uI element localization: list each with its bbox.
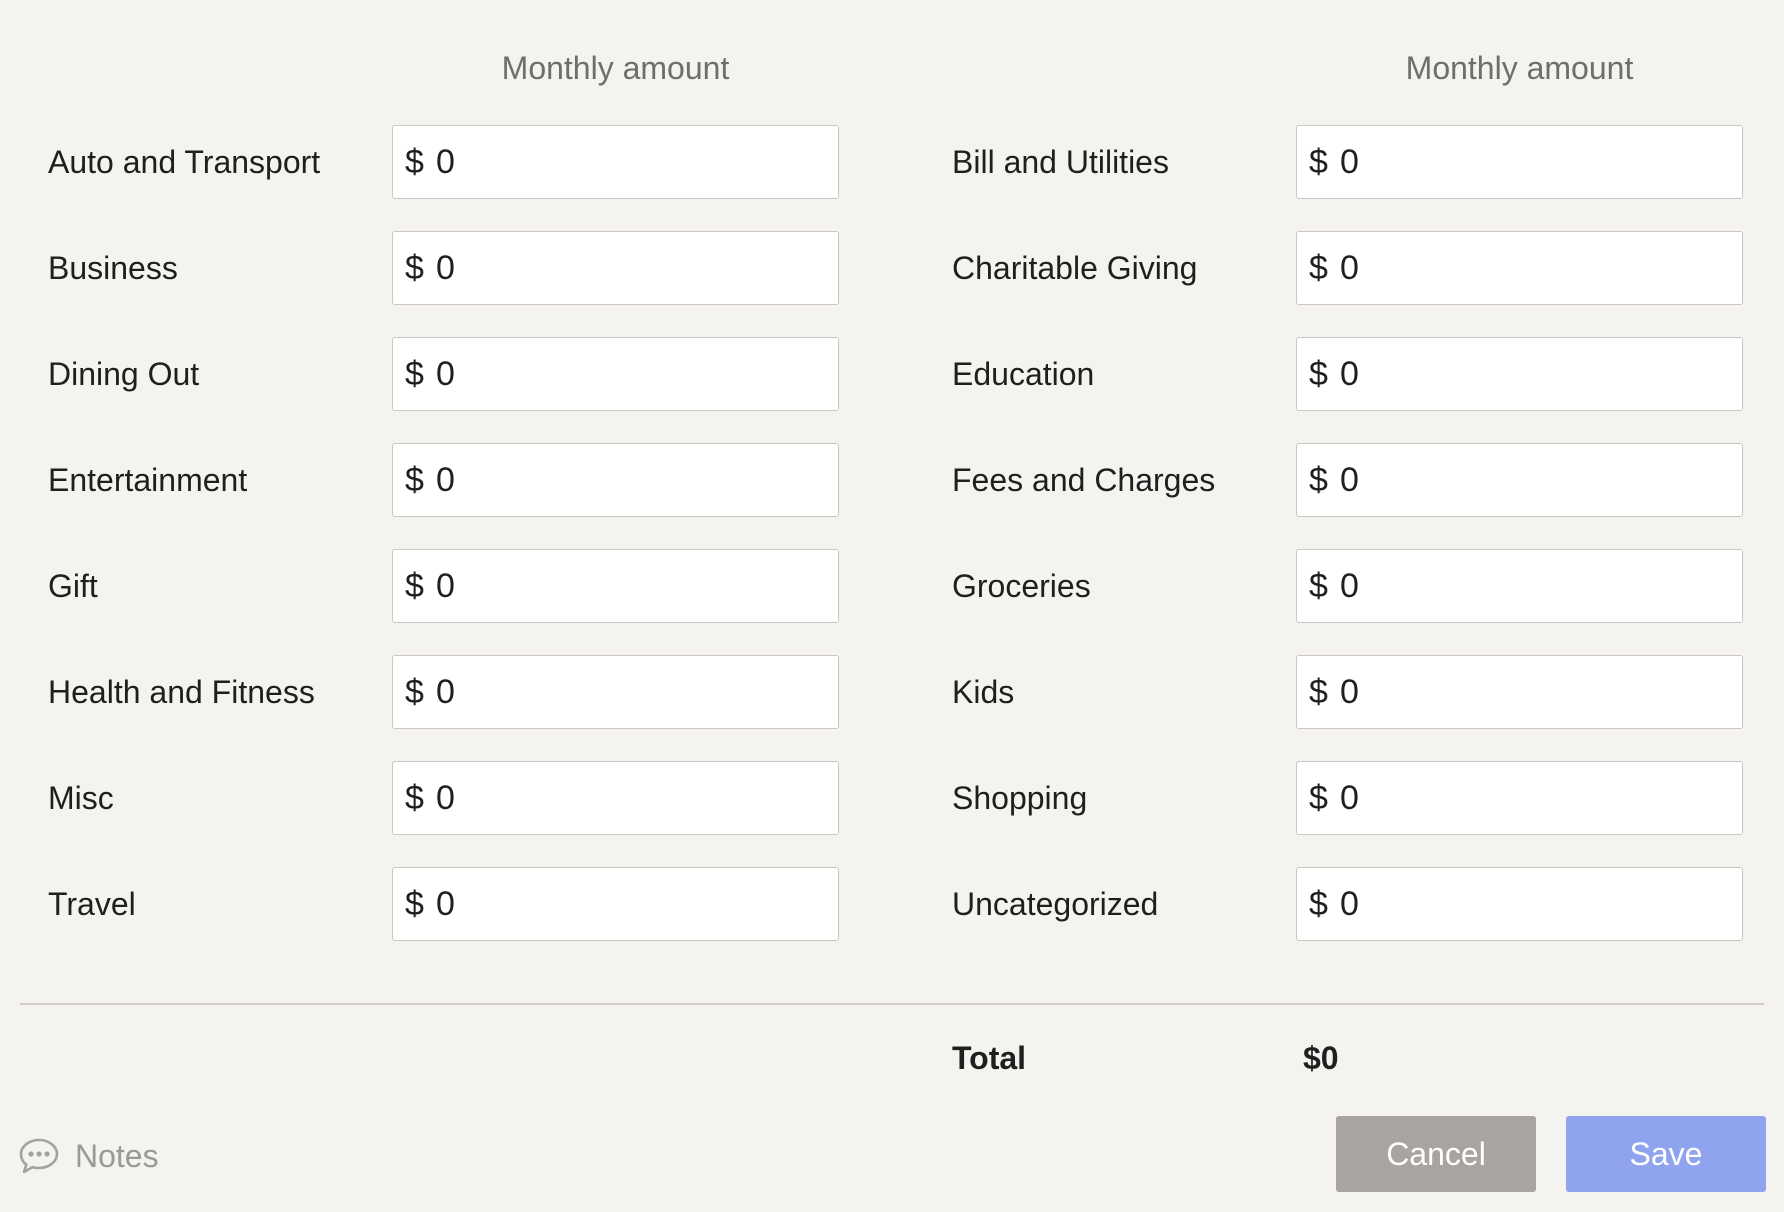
amount-input[interactable]	[436, 232, 826, 304]
category-row-kids: Kids $	[952, 655, 1744, 729]
category-row-charitable-giving: Charitable Giving $	[952, 231, 1744, 305]
category-label: Auto and Transport	[48, 144, 321, 180]
category-row-education: Education $	[952, 337, 1744, 411]
currency-symbol: $	[405, 461, 424, 499]
amount-field[interactable]: $	[392, 443, 839, 517]
amount-input[interactable]	[1340, 126, 1730, 198]
amount-input[interactable]	[1340, 762, 1730, 834]
category-label: Travel	[48, 886, 136, 922]
category-label: Groceries	[952, 568, 1091, 604]
category-label: Education	[952, 356, 1095, 392]
category-label: Kids	[952, 674, 1015, 710]
amount-input[interactable]	[1340, 868, 1730, 940]
category-row-uncategorized: Uncategorized $	[952, 867, 1744, 941]
category-label: Charitable Giving	[952, 250, 1198, 286]
currency-symbol: $	[1309, 779, 1328, 817]
category-label: Health and Fitness	[48, 674, 315, 710]
category-row-auto-and-transport: Auto and Transport $	[48, 125, 840, 199]
category-row-shopping: Shopping $	[952, 761, 1744, 835]
total-value: $0	[1303, 1040, 1339, 1076]
currency-symbol: $	[1309, 567, 1328, 605]
divider	[20, 1003, 1764, 1005]
amount-field[interactable]: $	[1296, 337, 1743, 411]
notes-link[interactable]: Notes	[18, 1134, 159, 1178]
amount-input[interactable]	[1340, 232, 1730, 304]
category-label: Gift	[48, 568, 98, 604]
currency-symbol: $	[1309, 673, 1328, 711]
amount-field[interactable]: $	[1296, 549, 1743, 623]
category-label: Entertainment	[48, 462, 248, 498]
category-label: Fees and Charges	[952, 462, 1216, 498]
amount-input[interactable]	[1340, 550, 1730, 622]
currency-symbol: $	[405, 249, 424, 287]
amount-field[interactable]: $	[1296, 443, 1743, 517]
currency-symbol: $	[405, 355, 424, 393]
currency-symbol: $	[1309, 143, 1328, 181]
amount-input[interactable]	[1340, 656, 1730, 728]
category-row-dining-out: Dining Out $	[48, 337, 840, 411]
category-label: Shopping	[952, 780, 1088, 816]
category-label: Bill and Utilities	[952, 144, 1169, 180]
amount-field[interactable]: $	[1296, 761, 1743, 835]
amount-input[interactable]	[436, 444, 826, 516]
amount-field[interactable]: $	[392, 761, 839, 835]
amount-input[interactable]	[436, 868, 826, 940]
category-row-misc: Misc $	[48, 761, 840, 835]
category-row-fees-and-charges: Fees and Charges $	[952, 443, 1744, 517]
currency-symbol: $	[405, 885, 424, 923]
category-row-business: Business $	[48, 231, 840, 305]
amount-field[interactable]: $	[392, 231, 839, 305]
category-label: Misc	[48, 780, 114, 816]
currency-symbol: $	[1309, 249, 1328, 287]
category-label: Uncategorized	[952, 886, 1159, 922]
category-label: Dining Out	[48, 356, 200, 392]
amount-field[interactable]: $	[1296, 125, 1743, 199]
category-row-health-and-fitness: Health and Fitness $	[48, 655, 840, 729]
amount-input[interactable]	[436, 762, 826, 834]
amount-input[interactable]	[436, 338, 826, 410]
amount-input[interactable]	[436, 550, 826, 622]
currency-symbol: $	[405, 567, 424, 605]
amount-field[interactable]: $	[392, 867, 839, 941]
amount-field[interactable]: $	[392, 337, 839, 411]
amount-field[interactable]: $	[1296, 231, 1743, 305]
amount-field[interactable]: $	[392, 125, 839, 199]
amount-input[interactable]	[1340, 338, 1730, 410]
save-button[interactable]: Save	[1566, 1116, 1766, 1192]
amount-field[interactable]: $	[1296, 867, 1743, 941]
amount-field[interactable]: $	[1296, 655, 1743, 729]
total-label: Total	[952, 1040, 1027, 1076]
category-row-entertainment: Entertainment $	[48, 443, 840, 517]
currency-symbol: $	[1309, 355, 1328, 393]
category-row-groceries: Groceries $	[952, 549, 1744, 623]
cancel-button[interactable]: Cancel	[1336, 1116, 1536, 1192]
speech-bubble-icon	[18, 1137, 60, 1175]
amount-input[interactable]	[1340, 444, 1730, 516]
category-row-travel: Travel $	[48, 867, 840, 941]
category-row-bill-and-utilities: Bill and Utilities $	[952, 125, 1744, 199]
currency-symbol: $	[405, 779, 424, 817]
currency-symbol: $	[405, 143, 424, 181]
amount-field[interactable]: $	[392, 549, 839, 623]
currency-symbol: $	[1309, 461, 1328, 499]
category-label: Business	[48, 250, 178, 286]
category-row-gift: Gift $	[48, 549, 840, 623]
currency-symbol: $	[1309, 885, 1328, 923]
amount-field[interactable]: $	[392, 655, 839, 729]
column-header: Monthly amount	[1405, 50, 1634, 86]
column-header: Monthly amount	[501, 50, 730, 86]
amount-input[interactable]	[436, 126, 826, 198]
amount-input[interactable]	[436, 656, 826, 728]
notes-label: Notes	[75, 1137, 159, 1174]
currency-symbol: $	[405, 673, 424, 711]
